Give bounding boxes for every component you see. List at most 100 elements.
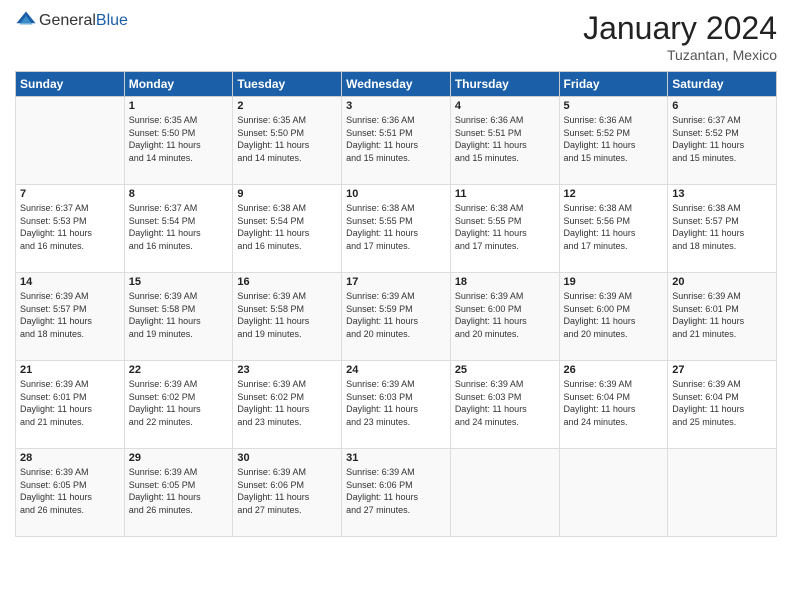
day-info: Sunrise: 6:39 AM Sunset: 5:58 PM Dayligh…: [237, 290, 337, 340]
calendar-day: 17 Sunrise: 6:39 AM Sunset: 5:59 PM Dayli…: [342, 273, 451, 361]
day-number: 29: [129, 452, 229, 464]
logo: GeneralBlue: [15, 10, 128, 32]
calendar-day: 10Sunrise: 6:38 AM Sunset: 5:55 PM Dayli…: [342, 185, 451, 273]
month-title: January 2024: [583, 10, 777, 47]
logo-blue: Blue: [96, 12, 128, 29]
day-number: 24: [346, 364, 446, 376]
day-number: 12: [564, 188, 664, 200]
day-number: 23: [237, 364, 337, 376]
calendar-day: 14 Sunrise: 6:39 AM Sunset: 5:57 PM Dayli…: [16, 273, 125, 361]
day-number: 16: [237, 276, 337, 288]
header-monday: Monday: [124, 72, 233, 97]
calendar-day: 3 Sunrise: 6:36 AM Sunset: 5:51 PM Daylig…: [342, 97, 451, 185]
day-info: Sunrise: 6:39 AM Sunset: 6:05 PM Dayligh…: [129, 466, 229, 516]
day-number: 9: [237, 188, 337, 200]
calendar-header-row: SundayMondayTuesdayWednesdayThursdayFrid…: [16, 72, 777, 97]
day-info: Sunrise: 6:39 AM Sunset: 5:58 PM Dayligh…: [129, 290, 229, 340]
day-number: 1: [129, 100, 229, 112]
day-info: Sunrise: 6:39 AM Sunset: 6:06 PM Dayligh…: [346, 466, 446, 516]
day-number: 19: [564, 276, 664, 288]
day-info: Sunrise: 6:36 AM Sunset: 5:52 PM Dayligh…: [564, 114, 664, 164]
day-info: Sunrise: 6:39 AM Sunset: 5:59 PM Dayligh…: [346, 290, 446, 340]
title-block: January 2024 Tuzantan, Mexico: [583, 10, 777, 63]
calendar-day: 1Sunrise: 6:35 AM Sunset: 5:50 PM Daylig…: [124, 97, 233, 185]
day-info: Sunrise: 6:37 AM Sunset: 5:53 PM Dayligh…: [20, 202, 120, 252]
day-info: Sunrise: 6:38 AM Sunset: 5:57 PM Dayligh…: [672, 202, 772, 252]
location: Tuzantan, Mexico: [583, 47, 777, 63]
day-info: Sunrise: 6:39 AM Sunset: 6:03 PM Dayligh…: [346, 378, 446, 428]
calendar-day: 12Sunrise: 6:38 AM Sunset: 5:56 PM Dayli…: [559, 185, 668, 273]
day-info: Sunrise: 6:38 AM Sunset: 5:55 PM Dayligh…: [455, 202, 555, 252]
header-thursday: Thursday: [450, 72, 559, 97]
calendar-day: 26Sunrise: 6:39 AM Sunset: 6:04 PM Dayli…: [559, 361, 668, 449]
logo-general: General: [39, 12, 96, 29]
logo-text: GeneralBlue: [39, 12, 128, 30]
day-info: Sunrise: 6:38 AM Sunset: 5:54 PM Dayligh…: [237, 202, 337, 252]
day-number: 15: [129, 276, 229, 288]
calendar-day: 7 Sunrise: 6:37 AM Sunset: 5:53 PM Daylig…: [16, 185, 125, 273]
day-number: 11: [455, 188, 555, 200]
calendar-day: 18Sunrise: 6:39 AM Sunset: 6:00 PM Dayli…: [450, 273, 559, 361]
day-number: 21: [20, 364, 120, 376]
day-number: 20: [672, 276, 772, 288]
day-info: Sunrise: 6:39 AM Sunset: 6:00 PM Dayligh…: [455, 290, 555, 340]
page-container: GeneralBlue January 2024 Tuzantan, Mexic…: [0, 0, 792, 547]
day-number: 7: [20, 188, 120, 200]
calendar-day: 11 Sunrise: 6:38 AM Sunset: 5:55 PM Dayli…: [450, 185, 559, 273]
calendar-day: 30Sunrise: 6:39 AM Sunset: 6:06 PM Dayli…: [233, 449, 342, 537]
day-info: Sunrise: 6:39 AM Sunset: 5:57 PM Dayligh…: [20, 290, 120, 340]
day-info: Sunrise: 6:36 AM Sunset: 5:51 PM Dayligh…: [455, 114, 555, 164]
day-info: Sunrise: 6:39 AM Sunset: 6:00 PM Dayligh…: [564, 290, 664, 340]
calendar-day: 4 Sunrise: 6:36 AM Sunset: 5:51 PM Daylig…: [450, 97, 559, 185]
day-number: 8: [129, 188, 229, 200]
day-info: Sunrise: 6:39 AM Sunset: 6:01 PM Dayligh…: [672, 290, 772, 340]
calendar-day: 6Sunrise: 6:37 AM Sunset: 5:52 PM Daylig…: [668, 97, 777, 185]
day-info: Sunrise: 6:36 AM Sunset: 5:51 PM Dayligh…: [346, 114, 446, 164]
header-sunday: Sunday: [16, 72, 125, 97]
calendar-day: 29 Sunrise: 6:39 AM Sunset: 6:05 PM Dayli…: [124, 449, 233, 537]
calendar-week-1: 1 Sunrise: 6:35 AM Sunset: 5:50 PM Daylig…: [16, 97, 777, 185]
header-tuesday: Tuesday: [233, 72, 342, 97]
day-info: Sunrise: 6:37 AM Sunset: 5:54 PM Dayligh…: [129, 202, 229, 252]
calendar-day: 25 Sunrise: 6:39 AM Sunset: 6:03 PM Dayli…: [450, 361, 559, 449]
day-number: 31: [346, 452, 446, 464]
day-info: Sunrise: 6:38 AM Sunset: 5:55 PM Dayligh…: [346, 202, 446, 252]
calendar-day: 9 Sunrise: 6:38 AM Sunset: 5:54 PM Daylig…: [233, 185, 342, 273]
header: GeneralBlue January 2024 Tuzantan, Mexic…: [15, 10, 777, 63]
logo-icon: [15, 10, 37, 32]
calendar-day: 2 Sunrise: 6:35 AM Sunset: 5:50 PM Daylig…: [233, 97, 342, 185]
calendar-table: SundayMondayTuesdayWednesdayThursdayFrid…: [15, 71, 777, 537]
day-number: 27: [672, 364, 772, 376]
calendar-day: 15 Sunrise: 6:39 AM Sunset: 5:58 PM Dayli…: [124, 273, 233, 361]
day-info: Sunrise: 6:37 AM Sunset: 5:52 PM Dayligh…: [672, 114, 772, 164]
day-number: 4: [455, 100, 555, 112]
day-number: 28: [20, 452, 120, 464]
day-number: 2: [237, 100, 337, 112]
day-info: Sunrise: 6:39 AM Sunset: 6:02 PM Dayligh…: [129, 378, 229, 428]
day-number: 30: [237, 452, 337, 464]
calendar-day: [559, 449, 668, 537]
day-number: 13: [672, 188, 772, 200]
day-number: 3: [346, 100, 446, 112]
calendar-day: 19 Sunrise: 6:39 AM Sunset: 6:00 PM Dayli…: [559, 273, 668, 361]
day-number: 25: [455, 364, 555, 376]
calendar-day: 23 Sunrise: 6:39 AM Sunset: 6:02 PM Dayli…: [233, 361, 342, 449]
day-info: Sunrise: 6:35 AM Sunset: 5:50 PM Dayligh…: [237, 114, 337, 164]
calendar-day: 24 Sunrise: 6:39 AM Sunset: 6:03 PM Dayli…: [342, 361, 451, 449]
calendar-day: 13 Sunrise: 6:38 AM Sunset: 5:57 PM Dayli…: [668, 185, 777, 273]
calendar-day: [450, 449, 559, 537]
calendar-week-2: 7 Sunrise: 6:37 AM Sunset: 5:53 PM Daylig…: [16, 185, 777, 273]
calendar-day: [16, 97, 125, 185]
header-saturday: Saturday: [668, 72, 777, 97]
day-info: Sunrise: 6:39 AM Sunset: 6:01 PM Dayligh…: [20, 378, 120, 428]
day-info: Sunrise: 6:39 AM Sunset: 6:03 PM Dayligh…: [455, 378, 555, 428]
calendar-day: [668, 449, 777, 537]
day-info: Sunrise: 6:39 AM Sunset: 6:02 PM Dayligh…: [237, 378, 337, 428]
calendar-week-4: 21 Sunrise: 6:39 AM Sunset: 6:01 PM Dayli…: [16, 361, 777, 449]
header-wednesday: Wednesday: [342, 72, 451, 97]
day-info: Sunrise: 6:39 AM Sunset: 6:04 PM Dayligh…: [672, 378, 772, 428]
day-number: 14: [20, 276, 120, 288]
day-number: 17: [346, 276, 446, 288]
day-number: 26: [564, 364, 664, 376]
day-info: Sunrise: 6:39 AM Sunset: 6:05 PM Dayligh…: [20, 466, 120, 516]
